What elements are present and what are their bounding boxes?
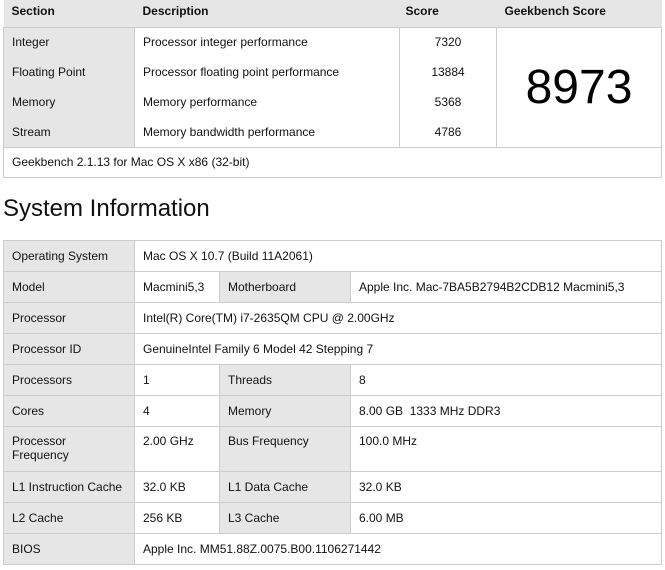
processor-label: Processor	[3, 302, 135, 334]
table-row: Operating System Mac OS X 10.7 (Build 11…	[3, 240, 662, 272]
score-header-row: Section Description Score Geekbench Scor…	[3, 0, 662, 27]
operating-system-value: Mac OS X 10.7 (Build 11A2061)	[134, 240, 662, 272]
l1-instruction-cache-label: L1 Instruction Cache	[3, 471, 135, 503]
processor-frequency-value: 2.00 GHz	[134, 426, 220, 472]
table-row: Processor Intel(R) Core(TM) i7-2635QM CP…	[3, 302, 662, 334]
l1-data-cache-label: L1 Data Cache	[219, 471, 351, 503]
description-cell: Processor floating point performance	[134, 57, 400, 87]
table-row: Model Macmini5,3 Motherboard Apple Inc. …	[3, 271, 662, 303]
processor-id-value: GenuineIntel Family 6 Model 42 Stepping …	[134, 333, 662, 365]
geekbench-score-header: Geekbench Score	[496, 0, 662, 27]
section-cell: Stream	[3, 117, 135, 147]
processor-frequency-label: Processor Frequency	[3, 426, 135, 472]
bios-label: BIOS	[3, 533, 135, 565]
l2-cache-label: L2 Cache	[3, 502, 135, 534]
table-row: Cores 4 Memory 8.00 GB 1333 MHz DDR3	[3, 395, 662, 427]
system-info-table: Operating System Mac OS X 10.7 (Build 11…	[3, 240, 662, 565]
processors-value: 1	[134, 364, 220, 396]
description-cell: Memory performance	[134, 87, 400, 117]
processor-value: Intel(R) Core(TM) i7-2635QM CPU @ 2.00GH…	[134, 302, 662, 334]
motherboard-value: Apple Inc. Mac-7BA5B2794B2CDB12 Macmini5…	[350, 271, 662, 303]
section-header: Section	[3, 0, 135, 27]
table-row: Processor Frequency 2.00 GHz Bus Frequen…	[3, 426, 662, 472]
l3-cache-value: 6.00 MB	[350, 502, 662, 534]
l1-instruction-cache-value: 32.0 KB	[134, 471, 220, 503]
score-cell: 5368	[399, 87, 497, 117]
cores-value: 4	[134, 395, 220, 427]
table-row: L1 Instruction Cache 32.0 KB L1 Data Cac…	[3, 471, 662, 503]
section-title: System Information	[3, 195, 210, 222]
memory-value: 8.00 GB 1333 MHz DDR3	[350, 395, 662, 427]
score-cell: 4786	[399, 117, 497, 147]
operating-system-label: Operating System	[3, 240, 135, 272]
table-row: Integer Processor integer performance 73…	[3, 26, 662, 148]
score-cell: 7320	[399, 26, 497, 57]
bus-frequency-value: 100.0 MHz	[350, 426, 662, 472]
description-header: Description	[134, 0, 400, 27]
model-value: Macmini5,3	[134, 271, 220, 303]
bus-frequency-label: Bus Frequency	[219, 426, 351, 472]
score-table: Section Description Score Geekbench Scor…	[3, 0, 662, 178]
threads-label: Threads	[219, 364, 351, 396]
processors-label: Processors	[3, 364, 135, 396]
score-header: Score	[399, 0, 497, 27]
table-row: Processors 1 Threads 8	[3, 364, 662, 396]
threads-value: 8	[350, 364, 662, 396]
l2-cache-value: 256 KB	[134, 502, 220, 534]
geekbench-version: Geekbench 2.1.13 for Mac OS X x86 (32-bi…	[3, 146, 662, 178]
memory-label: Memory	[219, 395, 351, 427]
geekbench-score-value: 8973	[496, 26, 662, 148]
table-row: L2 Cache 256 KB L3 Cache 6.00 MB	[3, 502, 662, 534]
description-cell: Memory bandwidth performance	[134, 117, 400, 147]
section-cell: Floating Point	[3, 57, 135, 87]
cores-label: Cores	[3, 395, 135, 427]
section-cell: Memory	[3, 87, 135, 117]
score-cell: 13884	[399, 57, 497, 87]
description-cell: Processor integer performance	[134, 26, 400, 57]
l1-data-cache-value: 32.0 KB	[350, 471, 662, 503]
processor-id-label: Processor ID	[3, 333, 135, 365]
bios-value: Apple Inc. MM51.88Z.0075.B00.1106271442	[134, 533, 662, 565]
l3-cache-label: L3 Cache	[219, 502, 351, 534]
table-row: BIOS Apple Inc. MM51.88Z.0075.B00.110627…	[3, 533, 662, 565]
table-row: Processor ID GenuineIntel Family 6 Model…	[3, 333, 662, 365]
motherboard-label: Motherboard	[219, 271, 351, 303]
model-label: Model	[3, 271, 135, 303]
score-footer-row: Geekbench 2.1.13 for Mac OS X x86 (32-bi…	[3, 146, 662, 178]
section-cell: Integer	[3, 26, 135, 57]
